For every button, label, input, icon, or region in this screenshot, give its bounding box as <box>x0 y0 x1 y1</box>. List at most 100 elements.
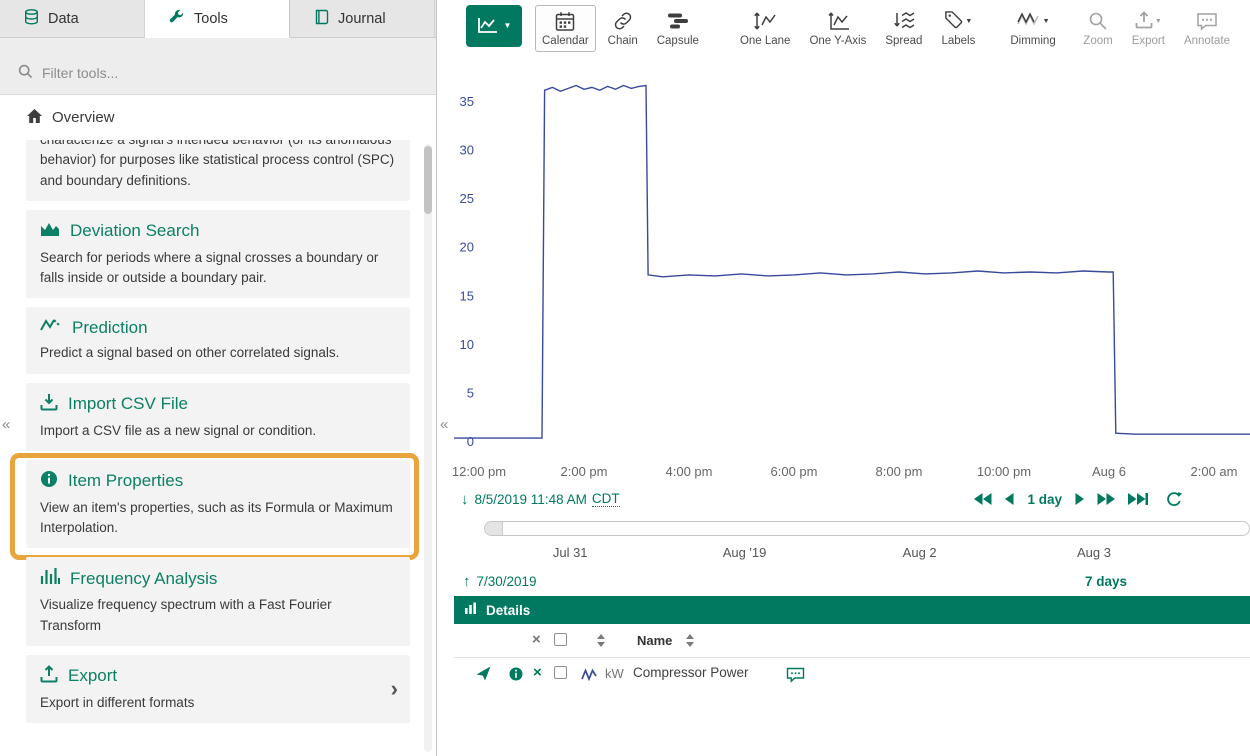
tool-description: View an item's properties, such as its F… <box>40 498 396 539</box>
overview-link[interactable]: Overview <box>0 95 436 140</box>
tool-card-import-csv[interactable]: Import CSV File Import a CSV file as a n… <box>26 383 410 451</box>
investigate-range-row: ↑ 7/30/2019 7 days <box>454 566 1250 596</box>
chain-icon <box>612 10 634 32</box>
tool-card-prediction[interactable]: Prediction Predict a signal based on oth… <box>26 307 410 373</box>
investigate-range-duration[interactable]: 7 days <box>1085 574 1127 589</box>
one-y-axis-button[interactable]: One Y-Axis <box>802 5 873 52</box>
tool-card-boundaries[interactable]: characterize a signal's intended behavio… <box>26 140 410 201</box>
search-icon <box>18 64 33 82</box>
step-size-label[interactable]: 1 day <box>1027 492 1062 507</box>
export-button[interactable]: ▼ Export <box>1125 5 1172 52</box>
skip-to-end-button[interactable] <box>1128 493 1148 505</box>
deviation-search-icon <box>40 220 60 243</box>
chevron-right-icon: › <box>391 678 398 700</box>
step-forward-button[interactable] <box>1075 493 1084 505</box>
fast-backward-button[interactable] <box>974 493 992 505</box>
tool-card-item-properties[interactable]: Item Properties View an item's propertie… <box>26 460 410 549</box>
tool-card-frequency-analysis[interactable]: Frequency Analysis Visualize frequency s… <box>26 557 410 646</box>
tool-list-scrollbar[interactable] <box>424 144 432 752</box>
annotate-button[interactable]: Annotate <box>1177 5 1237 52</box>
refresh-icon[interactable] <box>1166 492 1182 507</box>
tab-tools-label: Tools <box>194 11 228 27</box>
signal-name[interactable]: Compressor Power <box>633 665 749 680</box>
remove-item-icon[interactable]: × <box>533 665 542 680</box>
tab-data[interactable]: Data <box>0 0 145 37</box>
y-axis-tick: 35 <box>460 94 474 109</box>
tool-name: Frequency Analysis <box>70 569 217 589</box>
chain-button[interactable]: Chain <box>601 5 645 52</box>
sort-icon[interactable] <box>686 634 694 650</box>
wrench-icon <box>169 9 185 29</box>
scrollbar-thumb[interactable] <box>424 146 432 214</box>
sort-icon[interactable] <box>597 634 605 650</box>
one-lane-label: One Lane <box>740 35 791 47</box>
range-scrollbar-handle[interactable] <box>485 522 503 535</box>
signal-line-chart[interactable]: 05101520253035 <box>454 57 1250 460</box>
tool-name: Prediction <box>72 318 148 338</box>
step-backward-button[interactable] <box>1005 493 1014 505</box>
zoom-button[interactable]: Zoom <box>1076 5 1119 52</box>
x-axis-tick: 10:00 pm <box>977 464 1031 479</box>
export-tool-icon <box>40 665 58 688</box>
tab-data-label: Data <box>48 11 79 27</box>
name-column-header[interactable]: Name <box>637 633 672 648</box>
info-icon[interactable] <box>509 667 523 684</box>
arrow-down-icon: ↓ <box>461 491 469 508</box>
journal-icon <box>314 9 329 29</box>
calendar-label: Calendar <box>542 35 589 47</box>
calendar-icon <box>555 10 575 32</box>
tool-card-deviation-search[interactable]: Deviation Search Search for periods wher… <box>26 210 410 299</box>
annotate-icon <box>1196 10 1218 32</box>
collapse-left-panel-icon[interactable]: « <box>2 416 10 433</box>
home-icon <box>26 108 43 128</box>
playback-controls: 1 day <box>974 484 1182 514</box>
item-properties-icon <box>40 470 58 493</box>
range-scrollbar[interactable] <box>484 521 1250 536</box>
trend-toolbar: ▼ Calendar Chain Capsule One Lane One Y-… <box>454 0 1250 57</box>
range-tick: Aug '19 <box>723 545 767 560</box>
tool-description: Search for periods where a signal crosse… <box>40 248 396 289</box>
x-axis-tick: 4:00 pm <box>666 464 713 479</box>
one-lane-button[interactable]: One Lane <box>733 5 798 52</box>
x-axis-tick: 8:00 pm <box>876 464 923 479</box>
x-axis-tick: 2:00 pm <box>560 464 607 479</box>
arrow-up-icon: ↑ <box>463 573 471 590</box>
dimming-label: Dimming <box>1010 35 1055 47</box>
trend-chart[interactable]: 05101520253035 <box>454 57 1250 460</box>
chevron-down-icon: ▼ <box>1043 18 1050 25</box>
select-all-checkbox[interactable] <box>554 633 567 646</box>
x-axis-tick: Aug 6 <box>1092 464 1126 479</box>
spread-button[interactable]: Spread <box>878 5 929 52</box>
capsule-button[interactable]: Capsule <box>650 5 706 52</box>
chevron-down-icon: ▼ <box>1155 18 1162 25</box>
app-window: Data Tools Journal Overview characterize… <box>0 0 1250 756</box>
y-axis-tick: 5 <box>467 385 474 400</box>
remove-all-icon[interactable]: × <box>532 632 541 647</box>
tab-journal[interactable]: Journal <box>290 0 435 37</box>
dimming-button[interactable]: ▼ Dimming <box>1003 5 1062 52</box>
trend-view-button[interactable]: ▼ <box>466 5 522 47</box>
tool-card-export[interactable]: Export Export in different formats › <box>26 655 410 723</box>
annotation-bubble-icon[interactable] <box>786 667 805 686</box>
trend-panel: ▼ Calendar Chain Capsule One Lane One Y-… <box>454 0 1250 756</box>
y-axis-tick: 0 <box>467 434 474 449</box>
display-range-start[interactable]: 8/5/2019 11:48 AM <box>475 492 587 507</box>
timezone-link[interactable]: CDT <box>592 491 620 507</box>
fast-forward-button[interactable] <box>1097 493 1115 505</box>
panel-gutter: « <box>437 0 454 756</box>
export-label: Export <box>1132 35 1165 47</box>
details-panel-header: Details <box>454 596 1250 624</box>
collapse-sidebar-icon[interactable]: « <box>440 416 448 433</box>
y-axis-tick: 15 <box>460 288 474 303</box>
details-row-compressor-power[interactable]: × kW Compressor Power <box>454 658 1250 690</box>
calendar-button[interactable]: Calendar <box>535 5 596 52</box>
filter-tools-input[interactable] <box>42 65 342 81</box>
tab-tools[interactable]: Tools <box>145 0 290 38</box>
labels-button[interactable]: ▼ Labels <box>934 5 982 52</box>
filter-row <box>0 38 436 95</box>
chevron-down-icon: ▼ <box>965 18 972 25</box>
trend-arrow-icon[interactable] <box>476 666 491 684</box>
row-checkbox[interactable] <box>554 666 567 679</box>
investigate-range-start[interactable]: 7/30/2019 <box>477 574 537 589</box>
range-tick: Jul 31 <box>553 545 588 560</box>
